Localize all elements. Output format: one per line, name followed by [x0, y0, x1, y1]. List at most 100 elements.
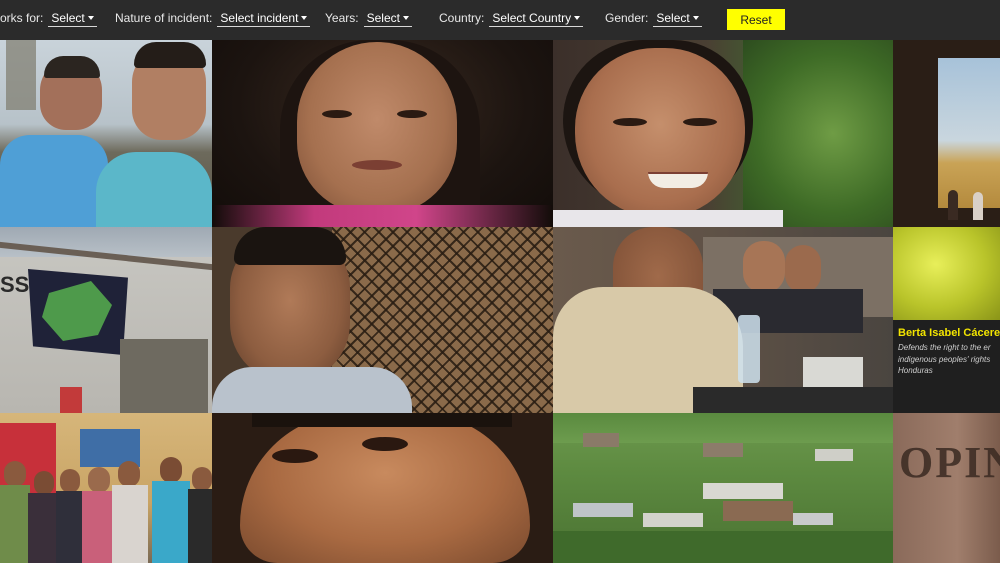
shirt-shape: [212, 367, 412, 413]
nature-filter: Nature of incident: Select incident: [115, 11, 311, 27]
man-face-shape: [240, 413, 530, 563]
featured-country: Honduras: [898, 366, 933, 375]
house-shape: [793, 513, 833, 525]
years-select[interactable]: Select: [363, 11, 412, 27]
photo-tile-carved-wall[interactable]: OPIN: [893, 413, 1000, 563]
photo-tile-field-doorway[interactable]: [893, 40, 1000, 227]
photo-tile-woman-portrait[interactable]: [212, 40, 553, 227]
house-shape: [815, 449, 853, 461]
woman-face-shape: [575, 48, 745, 218]
chevron-down-icon: [87, 16, 94, 20]
foreground-trees-shape: [553, 531, 893, 563]
photo-tile-mural-wall[interactable]: SS: [0, 227, 212, 413]
wall-text: SS: [0, 272, 30, 297]
photo-tile-village[interactable]: [553, 413, 893, 563]
chevron-down-icon: [692, 16, 699, 20]
man-hair-shape: [134, 42, 206, 68]
white-shirt-shape: [553, 210, 783, 227]
featured-info-panel[interactable]: Berta Isabel Cáceres Defends the right t…: [893, 320, 1000, 413]
smile-shape: [648, 172, 708, 188]
window-field-shape: [938, 58, 1000, 208]
featured-description-line1: Defends the right to the er: [898, 343, 991, 352]
eye-shape: [613, 118, 647, 126]
chevron-down-icon: [301, 16, 308, 20]
featured-name[interactable]: Berta Isabel Cáceres: [898, 327, 1000, 339]
country-value: Select Country: [492, 11, 572, 25]
man-hair-shape: [44, 56, 100, 78]
eye-shape: [322, 110, 352, 118]
wall-block-shape: [120, 339, 208, 413]
man-hair-shape: [252, 413, 512, 427]
desk-shape: [693, 387, 893, 413]
works-for-filter: orks for: Select: [0, 11, 97, 27]
photo-tile-two-men-boat[interactable]: [0, 40, 212, 227]
person-head-shape: [34, 471, 54, 495]
country-select[interactable]: Select Country: [489, 11, 584, 27]
nature-value: Select incident: [220, 11, 299, 25]
person-head-shape: [192, 467, 212, 491]
eye-shape: [362, 437, 408, 451]
country-filter: Country: Select Country: [439, 11, 584, 27]
person-head-shape: [118, 461, 140, 487]
person-body-shape: [188, 489, 212, 563]
house-shape: [583, 433, 619, 447]
blue-shirt-shape: [0, 135, 108, 227]
house-shape: [573, 503, 633, 517]
photo-tile-group[interactable]: [0, 413, 212, 563]
photo-tile-featured-berta[interactable]: [893, 227, 1000, 320]
works-for-label: orks for:: [0, 11, 44, 25]
person-face-shape: [785, 245, 821, 293]
gender-filter: Gender: Select: [605, 11, 702, 27]
house-shape: [643, 513, 703, 527]
carved-text: OPIN: [899, 438, 1000, 487]
years-value: Select: [366, 11, 400, 25]
gender-select[interactable]: Select: [653, 11, 702, 27]
photo-tile-courtroom[interactable]: [553, 227, 893, 413]
crane-shape: [6, 40, 36, 110]
featured-description-line2: indigenous peoples' rights: [898, 355, 991, 364]
teal-shirt-shape: [96, 152, 212, 227]
water-bottle-shape: [738, 315, 760, 383]
eye-shape: [683, 118, 717, 126]
gender-value: Select: [656, 11, 690, 25]
eye-shape: [397, 110, 427, 118]
works-for-select[interactable]: Select: [48, 11, 97, 27]
person-head-shape: [160, 457, 182, 483]
mouth-shape: [352, 160, 402, 170]
foliage-shape: [743, 40, 893, 227]
red-object-shape: [60, 387, 82, 413]
person-head-shape: [4, 461, 26, 487]
woman-face-shape: [297, 42, 457, 214]
works-for-value: Select: [51, 11, 85, 25]
photo-tile-man-fence[interactable]: [212, 227, 553, 413]
person-shape: [948, 190, 958, 220]
years-filter: Years: Select: [325, 11, 412, 27]
person-body-shape: [82, 491, 116, 563]
person-body-shape: [56, 491, 84, 563]
person-body-shape: [0, 485, 30, 563]
person-head-shape: [88, 467, 110, 493]
country-label: Country:: [439, 11, 485, 25]
photo-tile-man-closeup[interactable]: [212, 413, 553, 563]
nature-label: Nature of incident:: [115, 11, 213, 25]
house-shape: [723, 501, 793, 521]
person-body-shape: [112, 485, 148, 563]
person-body-shape: [28, 493, 58, 563]
years-label: Years:: [325, 11, 359, 25]
person-body-shape: [152, 481, 190, 563]
nature-select[interactable]: Select incident: [217, 11, 311, 27]
reset-button[interactable]: Reset: [727, 9, 785, 30]
filter-bar: orks for: Select Nature of incident: Sel…: [0, 0, 1000, 40]
chevron-down-icon: [574, 16, 581, 20]
man-hair-shape: [234, 227, 346, 265]
eye-shape: [272, 449, 318, 463]
house-shape: [703, 443, 743, 457]
person-shape: [973, 192, 983, 220]
photo-tile-smiling-woman[interactable]: [553, 40, 893, 227]
person-head-shape: [60, 469, 80, 493]
person-face-shape: [743, 241, 785, 293]
pink-shirt-shape: [212, 205, 553, 227]
house-shape: [703, 483, 783, 499]
chevron-down-icon: [402, 16, 409, 20]
gender-label: Gender:: [605, 11, 649, 25]
